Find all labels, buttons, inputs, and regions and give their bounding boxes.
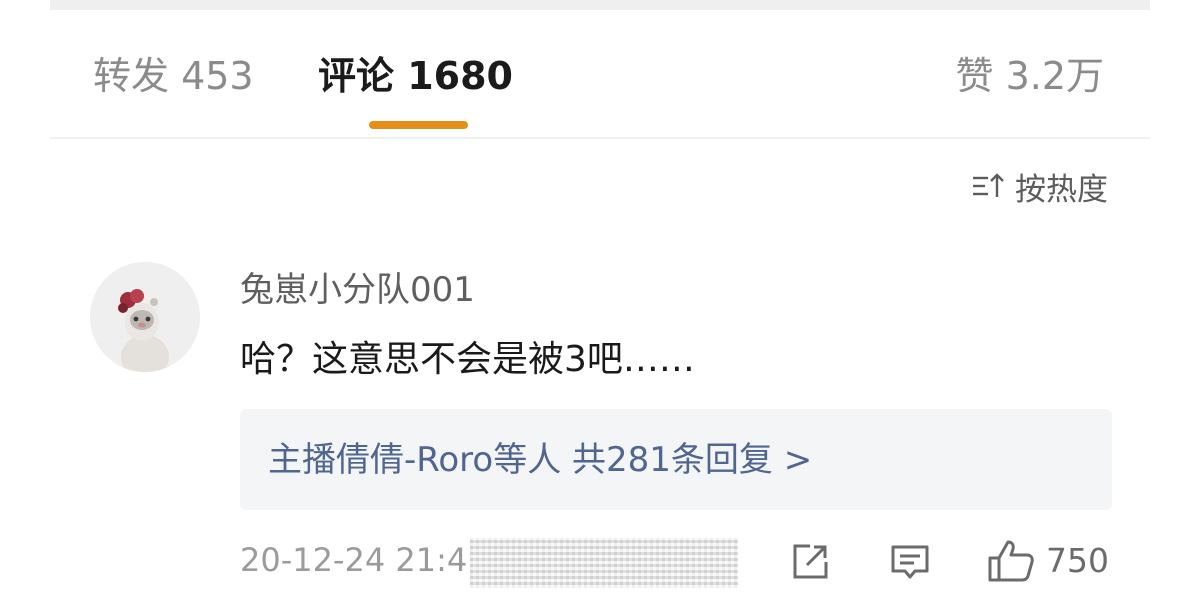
- tab-likes[interactable]: 赞 3.2万: [955, 48, 1104, 104]
- comment-footer: 20-12-24 21:4 750: [0, 530, 1200, 594]
- reply-icon[interactable]: [888, 540, 932, 584]
- replies-summary-link[interactable]: 主播倩倩-Roro等人 共281条回复 >: [268, 435, 812, 485]
- avatar[interactable]: [90, 262, 200, 372]
- sort-label: 按热度: [1015, 171, 1108, 208]
- tab-comments[interactable]: 评论 1680: [318, 48, 513, 104]
- like-count[interactable]: 750: [1046, 534, 1109, 588]
- tab-forward[interactable]: 转发 453: [93, 48, 254, 104]
- like-icon[interactable]: [986, 536, 1036, 586]
- avatar-image: [90, 262, 200, 372]
- sort-icon: [973, 173, 1004, 197]
- redacted-area-overlay: [470, 538, 738, 588]
- tabs-divider: [50, 137, 1150, 139]
- comment-timestamp: 20-12-24 21:4: [240, 541, 468, 579]
- share-icon[interactable]: [788, 540, 832, 584]
- active-tab-indicator: [369, 121, 468, 129]
- comment-username[interactable]: 兔崽小分队001: [240, 266, 475, 314]
- comment-text: 哈？这意思不会是被3吧……: [240, 339, 695, 380]
- weibo-comment-screen: 转发 453 评论 1680 赞 3.2万 按热度 兔崽小分队001 哈？这意思…: [0, 0, 1200, 604]
- comment-tabs: 转发 453 评论 1680 赞 3.2万: [0, 0, 1200, 140]
- sort-button[interactable]: 按热度: [971, 164, 1108, 208]
- replies-summary-box[interactable]: 主播倩倩-Roro等人 共281条回复 >: [240, 409, 1112, 510]
